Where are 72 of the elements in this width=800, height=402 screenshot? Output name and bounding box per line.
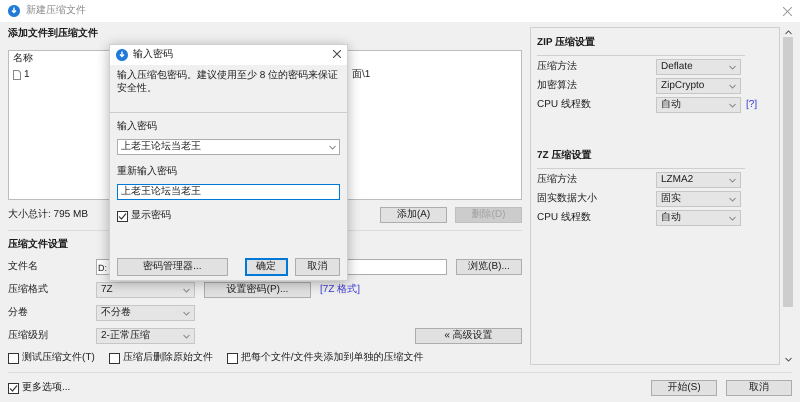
window-title: 新建压缩文件 — [26, 4, 86, 18]
checkbox[interactable] — [108, 352, 120, 364]
dropdown[interactable]: 固实 — [656, 191, 741, 207]
checkbox-label: 压缩后删除原始文件 — [122, 350, 213, 365]
checkbox-label: 显示密码 — [131, 208, 171, 223]
field-label: 分卷 — [8, 306, 29, 320]
field-label: 压缩方法 — [537, 172, 578, 187]
dropdown[interactable]: LZMA2 — [656, 172, 741, 188]
button[interactable]: 添加(A) — [380, 207, 447, 223]
caret-icon — [729, 178, 736, 182]
field-label: 输入密码 — [117, 120, 158, 134]
scroll-up-icon[interactable] — [784, 30, 792, 35]
field-label: 压缩级别 — [8, 328, 49, 343]
checkbox[interactable] — [117, 210, 128, 222]
caret-icon — [729, 196, 736, 202]
field-label: 压缩格式 — [8, 282, 49, 297]
dropdown[interactable]: 不分卷 — [96, 305, 195, 321]
close-icon[interactable] — [333, 50, 341, 58]
button[interactable]: 设置密码(P)... — [204, 282, 311, 298]
field-label: 重新输入密码 — [117, 164, 178, 179]
button[interactable]: 密码管理器... — [117, 258, 228, 276]
total-size: 大小总计: 795 MB — [8, 208, 88, 222]
field-label: 固实数据大小 — [537, 192, 598, 206]
app-icon — [8, 5, 20, 17]
field-label: 文件名 — [8, 260, 39, 274]
caret-icon — [729, 84, 736, 88]
password-field[interactable]: 上老王论坛当老王 — [117, 184, 340, 200]
checkbox-label: 把每个文件/文件夹添加到单独的压缩文件 — [240, 350, 424, 365]
section-title: ZIP 压缩设置 — [537, 36, 596, 50]
button[interactable]: 开始(S) — [651, 380, 717, 396]
file-icon — [13, 70, 21, 80]
section-title: 压缩文件设置 — [8, 238, 68, 252]
checkbox[interactable] — [8, 382, 19, 394]
scroll-thumb[interactable] — [783, 37, 793, 307]
caret-icon — [729, 216, 736, 220]
button[interactable]: « 高级设置 — [415, 328, 522, 344]
dropdown[interactable]: 7Z — [96, 282, 195, 298]
checkbox-label: 测试压缩文件(T) — [22, 350, 95, 365]
section-title: 添加文件到压缩文件 — [8, 26, 98, 41]
checkbox[interactable] — [8, 352, 19, 364]
format-link[interactable]: [7Z 格式] — [320, 282, 360, 298]
dialog-title: 输入密码 — [133, 48, 173, 62]
button[interactable]: 确定 — [244, 258, 288, 276]
caret-icon — [183, 288, 190, 292]
file-path: 面\1 — [352, 68, 372, 82]
caret-icon — [729, 102, 736, 108]
caret-icon — [729, 64, 736, 70]
dropdown[interactable]: Deflate — [656, 59, 741, 75]
field-label: CPU 线程数 — [537, 210, 592, 225]
help-link[interactable]: [?] — [746, 97, 758, 113]
password-combo[interactable]: 上老王论坛当老王 — [117, 139, 340, 155]
field-label: 压缩方法 — [537, 60, 578, 74]
checkbox[interactable] — [226, 352, 238, 364]
dropdown[interactable]: ZipCrypto — [656, 78, 741, 94]
button[interactable]: 浏览(B)... — [456, 259, 522, 275]
file-name[interactable]: 1 — [24, 67, 30, 83]
scroll-down-icon[interactable] — [784, 357, 792, 362]
dropdown[interactable]: 自动 — [656, 210, 741, 226]
button[interactable]: 取消 — [726, 380, 792, 396]
field-label: CPU 线程数 — [537, 98, 592, 112]
checkbox-label: 更多选项... — [22, 380, 70, 395]
column-header[interactable]: 名称 — [13, 51, 33, 67]
section-title: 7Z 压缩设置 — [537, 148, 592, 163]
field-label: 加密算法 — [537, 78, 578, 93]
caret-icon — [329, 144, 336, 150]
caret-icon — [183, 334, 190, 338]
dropdown[interactable]: 自动 — [656, 97, 741, 113]
dialog-message: 输入压缩包密码。建议使用至少 8 位的密码来保证安全性。 — [117, 69, 340, 96]
dropdown[interactable]: 2-正常压缩 — [96, 328, 195, 344]
app-icon — [116, 49, 128, 61]
button[interactable]: 取消 — [294, 258, 340, 276]
caret-icon — [183, 310, 190, 316]
